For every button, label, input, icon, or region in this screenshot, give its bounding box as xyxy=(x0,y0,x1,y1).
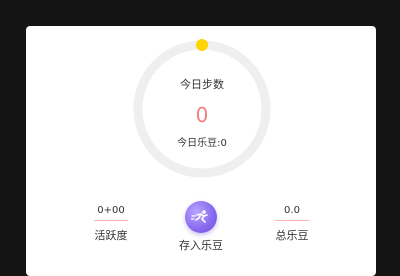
steps-card: 今日步数 0 今日乐豆:0 0+00 活跃度 存入乐豆 0.0 总乐豆 xyxy=(26,26,376,276)
ring-progress-dot xyxy=(196,39,208,51)
activity-value: 0+00 xyxy=(94,204,128,221)
total-beans-value: 0.0 xyxy=(275,204,309,221)
activity-label: 活跃度 xyxy=(94,229,128,242)
runner-icon[interactable] xyxy=(185,201,217,233)
steps-value: 0 xyxy=(195,103,209,127)
total-beans-label: 总乐豆 xyxy=(275,229,309,242)
total-beans-stat: 0.0 总乐豆 xyxy=(262,204,322,243)
beans-today: 今日乐豆:0 xyxy=(177,138,227,149)
steps-progress-ring: 今日步数 0 今日乐豆:0 xyxy=(131,38,273,180)
steps-label: 今日步数 xyxy=(180,78,224,91)
deposit-label[interactable]: 存入乐豆 xyxy=(171,237,231,253)
deposit-beans-button[interactable]: 存入乐豆 xyxy=(171,201,231,253)
activity-stat: 0+00 活跃度 xyxy=(81,204,141,243)
